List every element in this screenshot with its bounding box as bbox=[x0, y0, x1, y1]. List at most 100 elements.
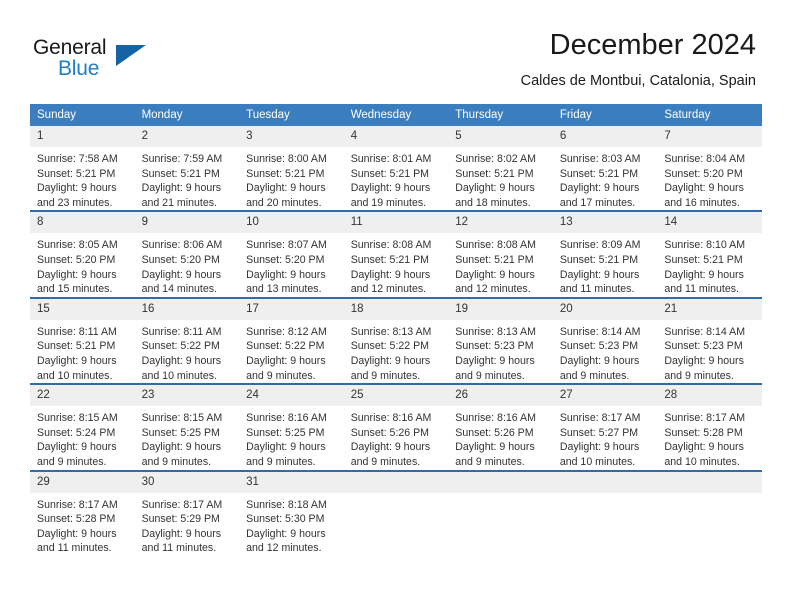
day-details: Sunrise: 8:16 AM Sunset: 5:25 PM Daylight:… bbox=[239, 406, 344, 469]
sunrise-time: Sunrise: 8:17 AM bbox=[664, 412, 746, 425]
day-number: 4 bbox=[343, 126, 449, 147]
calendar-day-cell[interactable]: 27 Sunrise: 8:17 AM Sunset: 5:27 PM Dayligh… bbox=[552, 383, 658, 471]
day-number: 22 bbox=[30, 385, 135, 407]
calendar-day-cell[interactable]: 14 Sunrise: 8:10 AM Sunset: 5:21 PM Dayligh… bbox=[657, 210, 762, 298]
sunset-time: Sunset: 5:30 PM bbox=[246, 513, 325, 526]
daylight-line-2: and 19 minutes. bbox=[350, 196, 427, 209]
sunset-time: Sunset: 5:20 PM bbox=[246, 253, 325, 266]
calendar-day-cell[interactable]: 18 Sunrise: 8:13 AM Sunset: 5:22 PM Dayligh… bbox=[343, 296, 449, 385]
day-number: 13 bbox=[552, 212, 658, 234]
sunrise-time: Sunrise: 8:16 AM bbox=[246, 412, 327, 425]
day-details bbox=[344, 493, 449, 498]
calendar-day-cell[interactable]: 21 Sunrise: 8:14 AM Sunset: 5:23 PM Dayligh… bbox=[657, 296, 762, 385]
daylight-line-2: and 9 minutes. bbox=[559, 369, 630, 382]
calendar-day-cell[interactable]: 2 Sunrise: 7:59 AM Sunset: 5:21 PM Daylight… bbox=[134, 126, 240, 211]
calendar-week-row: 29 Sunrise: 8:17 AM Sunset: 5:28 PM Dayligh… bbox=[30, 469, 762, 556]
sunset-time: Sunset: 5:21 PM bbox=[141, 167, 220, 180]
day-details: Sunrise: 8:04 AM Sunset: 5:20 PM Daylight:… bbox=[657, 147, 762, 210]
daylight-line-2: and 11 minutes. bbox=[141, 542, 217, 555]
daylight-line-2: and 9 minutes. bbox=[455, 455, 525, 468]
title-block: December 2024 Caldes de Montbui, Catalon… bbox=[521, 28, 756, 91]
sunrise-time: Sunrise: 8:11 AM bbox=[37, 325, 117, 338]
calendar-day-cell[interactable]: 13 Sunrise: 8:09 AM Sunset: 5:21 PM Dayligh… bbox=[552, 210, 658, 298]
calendar-day-cell[interactable]: 11 Sunrise: 8:08 AM Sunset: 5:21 PM Dayligh… bbox=[343, 210, 449, 298]
daylight-line-1: Daylight: 9 hours bbox=[559, 268, 640, 281]
daylight-line-1: Daylight: 9 hours bbox=[37, 441, 117, 454]
sunrise-time: Sunrise: 8:05 AM bbox=[37, 239, 118, 252]
calendar-day-cell[interactable]: 16 Sunrise: 8:11 AM Sunset: 5:22 PM Dayligh… bbox=[134, 296, 240, 385]
sunrise-time: Sunrise: 8:14 AM bbox=[664, 325, 746, 338]
calendar-day-cell[interactable]: 6 Sunrise: 8:03 AM Sunset: 5:21 PM Daylight… bbox=[552, 126, 658, 211]
calendar-day-cell[interactable]: 19 Sunrise: 8:13 AM Sunset: 5:23 PM Dayligh… bbox=[448, 296, 553, 385]
sunset-time: Sunset: 5:21 PM bbox=[455, 167, 534, 180]
calendar-week-row: 22 Sunrise: 8:15 AM Sunset: 5:24 PM Dayligh… bbox=[30, 383, 762, 471]
sunrise-time: Sunrise: 8:06 AM bbox=[141, 239, 223, 252]
day-details: Sunrise: 7:59 AM Sunset: 5:21 PM Daylight:… bbox=[135, 147, 240, 210]
calendar-day-cell[interactable]: 4 Sunrise: 8:01 AM Sunset: 5:21 PM Daylight… bbox=[343, 126, 449, 211]
daylight-line-1: Daylight: 9 hours bbox=[141, 354, 222, 367]
calendar-day-cell[interactable]: 5 Sunrise: 8:02 AM Sunset: 5:21 PM Daylight… bbox=[448, 126, 553, 211]
calendar-week-row: 1 Sunrise: 7:58 AM Sunset: 5:21 PM Daylight… bbox=[30, 126, 762, 211]
day-details: Sunrise: 8:01 AM Sunset: 5:21 PM Daylight:… bbox=[344, 147, 449, 210]
calendar-day-cell[interactable]: 7 Sunrise: 8:04 AM Sunset: 5:20 PM Daylight… bbox=[657, 126, 762, 211]
sunset-time: Sunset: 5:28 PM bbox=[37, 513, 116, 526]
day-number: 27 bbox=[552, 385, 658, 407]
day-number bbox=[343, 471, 449, 493]
daylight-line-1: Daylight: 9 hours bbox=[559, 182, 640, 195]
daylight-line-1: Daylight: 9 hours bbox=[455, 182, 535, 195]
calendar-day-cell[interactable]: 22 Sunrise: 8:15 AM Sunset: 5:24 PM Dayligh… bbox=[30, 383, 135, 471]
sunrise-time: Sunrise: 8:17 AM bbox=[141, 498, 223, 511]
sunset-time: Sunset: 5:23 PM bbox=[455, 340, 534, 353]
daylight-line-2: and 9 minutes. bbox=[664, 369, 734, 382]
day-number: 30 bbox=[134, 471, 240, 493]
daylight-line-2: and 18 minutes. bbox=[455, 196, 531, 209]
daylight-line-1: Daylight: 9 hours bbox=[37, 268, 117, 281]
day-number bbox=[657, 471, 762, 493]
calendar-day-cell[interactable]: 29 Sunrise: 8:17 AM Sunset: 5:28 PM Dayligh… bbox=[30, 469, 135, 556]
daylight-line-2: and 15 minutes. bbox=[37, 283, 113, 296]
sunset-time: Sunset: 5:20 PM bbox=[37, 253, 116, 266]
daylight-line-1: Daylight: 9 hours bbox=[141, 268, 222, 281]
day-number: 9 bbox=[134, 212, 240, 234]
calendar-day-cell[interactable]: 10 Sunrise: 8:07 AM Sunset: 5:20 PM Dayligh… bbox=[239, 210, 344, 298]
calendar-day-cell[interactable]: 8 Sunrise: 8:05 AM Sunset: 5:20 PM Daylight… bbox=[30, 210, 135, 298]
calendar-day-cell[interactable]: 1 Sunrise: 7:58 AM Sunset: 5:21 PM Daylight… bbox=[30, 126, 135, 211]
calendar-day-cell[interactable]: 24 Sunrise: 8:16 AM Sunset: 5:25 PM Dayligh… bbox=[239, 383, 344, 471]
calendar-day-cell[interactable]: 28 Sunrise: 8:17 AM Sunset: 5:28 PM Dayligh… bbox=[657, 383, 762, 471]
calendar-day-cell[interactable]: 20 Sunrise: 8:14 AM Sunset: 5:23 PM Dayligh… bbox=[552, 296, 658, 385]
day-number: 10 bbox=[239, 212, 344, 234]
calendar-day-cell[interactable]: 17 Sunrise: 8:12 AM Sunset: 5:22 PM Dayligh… bbox=[239, 296, 344, 385]
sunset-time: Sunset: 5:21 PM bbox=[559, 253, 639, 266]
daylight-line-1: Daylight: 9 hours bbox=[350, 182, 431, 195]
sunset-time: Sunset: 5:21 PM bbox=[37, 167, 116, 180]
calendar-day-cell[interactable]: 3 Sunrise: 8:00 AM Sunset: 5:21 PM Daylight… bbox=[239, 126, 344, 211]
daylight-line-1: Daylight: 9 hours bbox=[141, 441, 222, 454]
day-number: 11 bbox=[343, 212, 449, 234]
daylight-line-1: Daylight: 9 hours bbox=[141, 182, 222, 195]
calendar-day-cell[interactable]: 12 Sunrise: 8:08 AM Sunset: 5:21 PM Dayligh… bbox=[448, 210, 553, 298]
calendar-day-cell[interactable]: 26 Sunrise: 8:16 AM Sunset: 5:26 PM Dayligh… bbox=[448, 383, 553, 471]
sunset-time: Sunset: 5:20 PM bbox=[141, 253, 220, 266]
calendar-day-cell[interactable]: 15 Sunrise: 8:11 AM Sunset: 5:21 PM Dayligh… bbox=[30, 296, 135, 385]
calendar-day-cell[interactable]: 23 Sunrise: 8:15 AM Sunset: 5:25 PM Dayligh… bbox=[134, 383, 240, 471]
calendar-day-cell[interactable]: 25 Sunrise: 8:16 AM Sunset: 5:26 PM Dayligh… bbox=[343, 383, 449, 471]
general-blue-logo[interactable]: General Blue bbox=[33, 36, 263, 92]
calendar-day-cell[interactable]: 30 Sunrise: 8:17 AM Sunset: 5:29 PM Dayligh… bbox=[134, 469, 240, 556]
calendar-body: 1 Sunrise: 7:58 AM Sunset: 5:21 PM Daylight… bbox=[30, 126, 762, 556]
daylight-line-2: and 11 minutes. bbox=[664, 283, 739, 296]
daylight-line-2: and 12 minutes. bbox=[350, 283, 427, 296]
weekday-header-sunday: Sunday bbox=[30, 104, 135, 126]
daylight-line-1: Daylight: 9 hours bbox=[559, 354, 640, 367]
calendar-day-cell[interactable]: 31 Sunrise: 8:18 AM Sunset: 5:30 PM Dayligh… bbox=[239, 469, 344, 556]
daylight-line-1: Daylight: 9 hours bbox=[455, 441, 535, 454]
sunrise-time: Sunrise: 8:16 AM bbox=[350, 412, 432, 425]
calendar-day-cell[interactable]: 9 Sunrise: 8:06 AM Sunset: 5:20 PM Daylight… bbox=[134, 210, 240, 298]
daylight-line-2: and 9 minutes. bbox=[141, 455, 212, 468]
sunrise-time: Sunrise: 8:14 AM bbox=[559, 325, 641, 338]
weekday-header-tuesday: Tuesday bbox=[239, 104, 344, 126]
calendar-day-cell-empty bbox=[552, 469, 658, 556]
weekday-header-thursday: Thursday bbox=[448, 104, 553, 126]
day-number: 31 bbox=[239, 471, 344, 493]
day-details: Sunrise: 8:08 AM Sunset: 5:21 PM Daylight:… bbox=[448, 233, 553, 296]
daylight-line-1: Daylight: 9 hours bbox=[559, 441, 640, 454]
